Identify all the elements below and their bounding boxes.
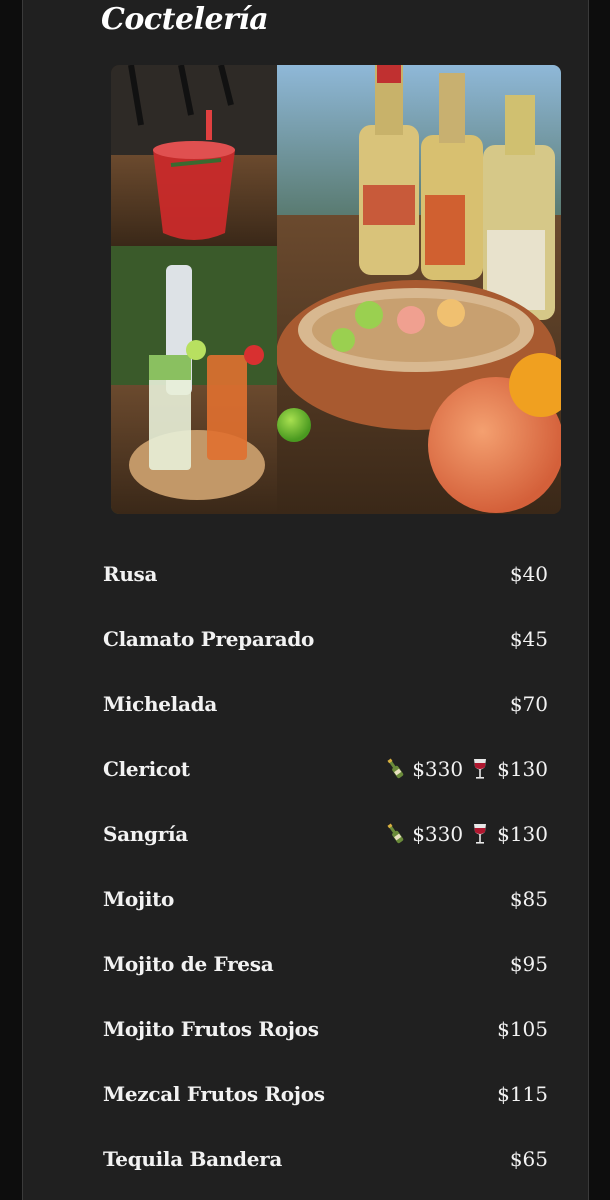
item-name: Michelada bbox=[103, 691, 217, 716]
page: Coctelería Rusa $40 Clamato Preparado $4… bbox=[0, 0, 610, 1200]
item-name: Tequila Bandera bbox=[103, 1146, 283, 1171]
glass-price-entry: $130 bbox=[471, 757, 548, 781]
item-name: Mezcal Frutos Rojos bbox=[103, 1081, 325, 1106]
cocktail-menu-list: Rusa $40 Clamato Preparado $45 Michelada… bbox=[103, 541, 548, 1191]
item-name: Mojito de Fresa bbox=[103, 951, 274, 976]
cocktail-collage-photo bbox=[111, 65, 561, 514]
item-price: $45 bbox=[509, 626, 548, 651]
menu-item: Mojito $85 bbox=[103, 866, 548, 931]
item-price: $85 bbox=[509, 886, 548, 911]
section-title: Coctelería bbox=[101, 2, 269, 37]
item-price: $115 bbox=[497, 1081, 548, 1106]
menu-item: Tequila Bandera $65 bbox=[103, 1126, 548, 1191]
menu-item: Clamato Preparado $45 bbox=[103, 606, 548, 671]
item-name: Sangría bbox=[103, 821, 188, 846]
menu-item: Clericot $330 $130 bbox=[103, 736, 548, 801]
menu-item: Rusa $40 bbox=[103, 541, 548, 606]
bottle-price-entry: $330 bbox=[386, 757, 463, 781]
item-price: $105 bbox=[497, 1016, 548, 1041]
menu-item: Sangría $330 $130 bbox=[103, 801, 548, 866]
item-name: Clericot bbox=[103, 756, 190, 781]
menu-item: Mojito Frutos Rojos $105 bbox=[103, 996, 548, 1061]
bottle-icon bbox=[387, 758, 404, 778]
bottle-price: $330 bbox=[412, 821, 464, 846]
wine-glass-icon bbox=[474, 823, 487, 844]
wine-glass-icon bbox=[474, 758, 487, 779]
menu-item: Michelada $70 bbox=[103, 671, 548, 736]
item-price-group: $330 $130 bbox=[386, 757, 548, 781]
item-price: $70 bbox=[509, 691, 548, 716]
bottle-price-entry: $330 bbox=[386, 822, 463, 846]
glass-price-entry: $130 bbox=[471, 822, 548, 846]
bottle-price: $330 bbox=[412, 756, 464, 781]
glass-price: $130 bbox=[497, 756, 548, 781]
bottle-icon bbox=[387, 823, 404, 843]
menu-item: Mezcal Frutos Rojos $115 bbox=[103, 1061, 548, 1126]
item-price-group: $330 $130 bbox=[386, 822, 548, 846]
item-price: $95 bbox=[509, 951, 548, 976]
glass-price: $130 bbox=[497, 821, 548, 846]
item-name: Mojito bbox=[103, 886, 175, 911]
item-name: Rusa bbox=[103, 561, 158, 586]
item-price: $40 bbox=[509, 561, 548, 586]
item-name: Clamato Preparado bbox=[103, 626, 315, 651]
menu-item: Mojito de Fresa $95 bbox=[103, 931, 548, 996]
item-price: $65 bbox=[509, 1146, 548, 1171]
item-name: Mojito Frutos Rojos bbox=[103, 1016, 319, 1041]
